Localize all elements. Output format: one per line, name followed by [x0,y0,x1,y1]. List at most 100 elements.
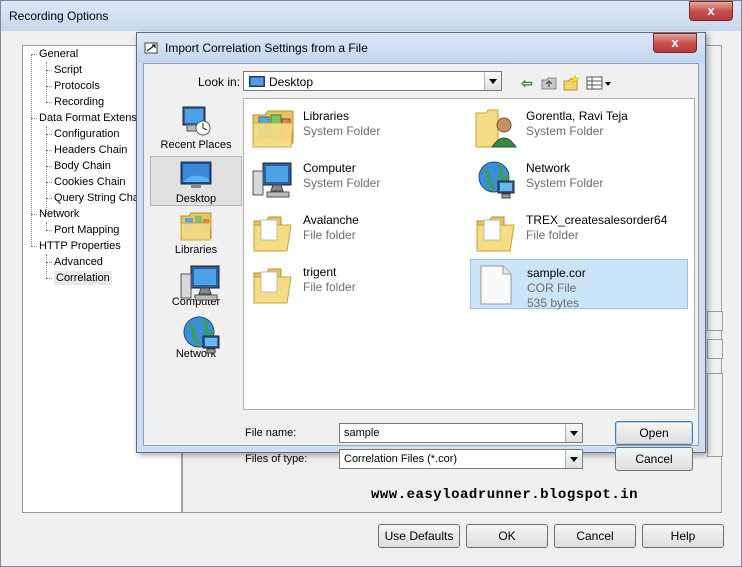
place-recent-places[interactable]: Recent Places [150,103,242,153]
tree-item[interactable]: Data Format Extensio [39,111,145,125]
network-icon [474,159,518,201]
ok-button[interactable]: OK [466,524,548,548]
tree-item[interactable]: Port Mapping [54,223,119,237]
tree-item[interactable]: Protocols [54,79,100,93]
tree-line [46,230,52,231]
file-type: File folder [303,228,356,242]
tree-item[interactable]: HTTP Properties [39,239,121,253]
file-size: 535 bytes [527,296,580,310]
file-name: sample.cor [527,266,586,280]
file-list: Libraries System Folder Gorentla, Ravi Tej… [243,98,695,410]
tree-line [46,166,52,167]
look-in-select[interactable]: Desktop [243,71,502,91]
tree-item[interactable]: Headers Chain [54,143,127,157]
tree-line [31,246,37,247]
file-item[interactable]: sample.cor COR File 535 bytes [470,259,688,310]
file-icon [475,264,519,306]
tree-item[interactable]: Recording [54,95,104,109]
place-desktop[interactable]: Desktop [150,156,242,206]
dialog-cancel-button[interactable]: Cancel [615,447,693,471]
tree-line [31,54,37,55]
chevron-down-icon[interactable] [565,424,582,442]
tree-line [46,254,47,278]
tree-line [46,126,47,214]
file-item[interactable]: Gorentla, Ravi Teja System Folder [470,103,688,151]
window-title: Recording Options [9,9,109,23]
file-item[interactable]: Avalanche File folder [247,207,465,255]
file-name: trigent [303,265,337,279]
cancel-button[interactable]: Cancel [554,524,636,548]
file-type-select[interactable]: Correlation Files (*.cor) [339,449,583,469]
tree-item[interactable]: Script [54,63,82,77]
tree-line [46,134,52,135]
file-type-value: Correlation Files (*.cor) [344,453,458,465]
file-name: Network [526,161,571,175]
tree-line [31,118,37,119]
settings-control-edge [707,311,723,331]
tree-item[interactable]: General [39,47,78,61]
place-computer[interactable]: Computer [150,260,242,310]
tree-line [46,198,52,199]
folder-icon [251,263,295,305]
file-type: System Folder [303,176,381,190]
network-icon [179,314,220,354]
tree-item[interactable]: Advanced [54,255,103,269]
file-name-input[interactable]: sample [339,423,583,443]
file-type: System Folder [526,176,604,190]
tree-line [31,214,37,215]
tree-line [46,86,52,87]
open-button[interactable]: Open [615,421,693,445]
place-network[interactable]: Network [150,312,242,362]
view-menu-icon[interactable] [586,74,612,92]
import-correlation-dialog: Import Correlation Settings from a File … [136,32,706,471]
tree-line [46,262,52,263]
help-button[interactable]: Help [642,524,724,548]
close-button[interactable]: x [689,1,733,21]
folder-icon [251,211,295,253]
tree-item[interactable]: Network [39,207,79,221]
desktop-icon [179,159,213,191]
tree-item[interactable]: Body Chain [54,159,111,173]
tree-line [46,278,52,279]
tree-line [46,70,52,71]
place-libraries[interactable]: Libraries [150,208,242,258]
dialog-close-button[interactable]: x [653,33,697,53]
file-item[interactable]: TREX_createsalesorder64 File folder [470,207,688,255]
tree-item[interactable]: Query String Chai [54,191,141,205]
file-name: Computer [303,161,356,175]
file-item[interactable]: Computer System Folder [247,155,465,203]
places-bar: Recent Places Desktop Libraries Computer Net… [150,100,242,410]
place-label: Libraries [174,244,218,256]
computer-icon [251,159,295,201]
back-icon[interactable]: ⇦ [518,74,536,92]
libraries-icon [179,210,213,242]
up-folder-icon[interactable] [540,74,558,92]
user-folder-icon [474,107,518,149]
new-folder-icon[interactable] [562,74,580,92]
place-label: Recent Places [160,139,232,151]
computer-icon [179,262,220,301]
tree-line [46,150,52,151]
place-label: Desktop [175,193,217,205]
file-item[interactable]: Network System Folder [470,155,688,203]
file-type: System Folder [526,124,604,138]
desktop-icon [249,76,265,87]
file-type: COR File [527,281,577,295]
chevron-down-icon[interactable] [484,72,501,90]
tree-item[interactable]: Correlation [54,271,112,285]
look-in-value: Desktop [269,75,314,89]
chevron-down-icon[interactable] [565,450,582,468]
tree-item[interactable]: Configuration [54,127,119,141]
tree-line [46,62,47,102]
file-name: Avalanche [303,213,359,227]
tree-line [31,54,32,246]
tree-item[interactable]: Cookies Chain [54,175,126,189]
file-item[interactable]: trigent File folder [247,259,465,307]
libraries-folder-icon [251,107,295,149]
file-item[interactable]: Libraries System Folder [247,103,465,151]
tree-line [46,222,47,230]
file-name: Libraries [303,109,350,123]
use-defaults-button[interactable]: Use Defaults [378,524,460,548]
dialog-title: Import Correlation Settings from a File [165,41,368,55]
file-name: Gorentla, Ravi Teja [526,109,628,123]
